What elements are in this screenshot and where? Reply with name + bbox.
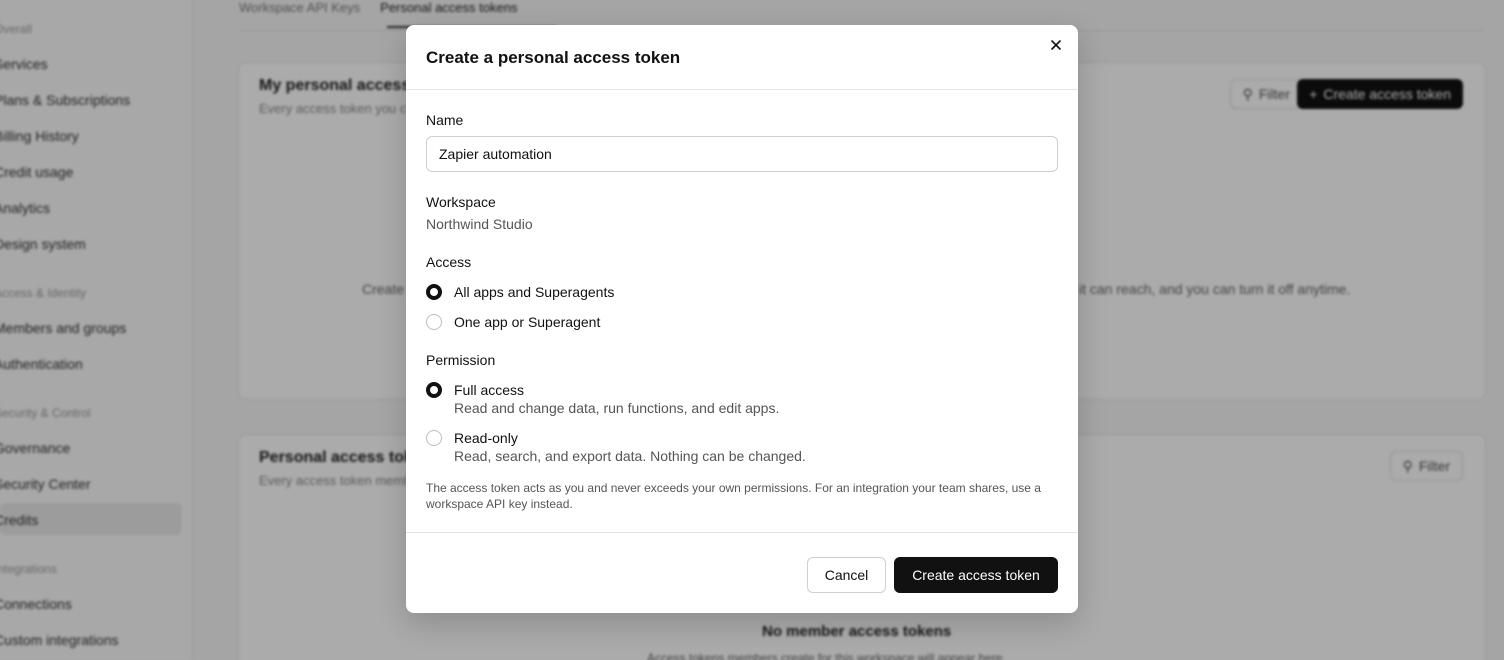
create-access-token-button[interactable]: Create access token bbox=[894, 557, 1058, 593]
radio-checked[interactable] bbox=[426, 284, 442, 300]
radio-label: Full access bbox=[454, 382, 525, 398]
create-token-dialog: Create a personal access token Name Work… bbox=[406, 25, 1078, 613]
radio-label: One app or Superagent bbox=[454, 314, 601, 330]
close-button[interactable] bbox=[1046, 35, 1066, 55]
dialog-header: Create a personal access token bbox=[406, 25, 1078, 90]
radio-description: Read and change data, run functions, and… bbox=[454, 400, 780, 416]
radio-text: Full access Read and change data, run fu… bbox=[454, 381, 779, 417]
cancel-button[interactable]: Cancel bbox=[807, 557, 886, 593]
workspace-value: Northwind Studio bbox=[426, 216, 533, 232]
radio-text: All apps and Superagents bbox=[454, 283, 614, 301]
close-icon bbox=[1051, 40, 1061, 50]
radio-unchecked[interactable] bbox=[426, 430, 442, 446]
radio-label: Read-only bbox=[454, 430, 518, 446]
radio-description: Read, search, and export data. Nothing c… bbox=[454, 448, 806, 464]
permission-option-readonly[interactable]: Read-only Read, search, and export data.… bbox=[426, 429, 806, 465]
radio-text: One app or Superagent bbox=[454, 313, 600, 331]
workspace-label: Workspace bbox=[426, 194, 496, 210]
permission-option-full[interactable]: Full access Read and change data, run fu… bbox=[426, 381, 779, 417]
radio-unchecked[interactable] bbox=[426, 314, 442, 330]
radio-checked[interactable] bbox=[426, 382, 442, 398]
radio-text: Read-only Read, search, and export data.… bbox=[454, 429, 806, 465]
permission-note: The access token acts as you and never e… bbox=[426, 481, 1041, 511]
access-option-all[interactable]: All apps and Superagents bbox=[426, 283, 614, 301]
radio-label: All apps and Superagents bbox=[454, 284, 615, 300]
access-label: Access bbox=[426, 254, 472, 270]
name-input[interactable] bbox=[426, 136, 1058, 172]
dialog-title: Create a personal access token bbox=[426, 48, 681, 67]
dialog-body: Name Workspace Northwind Studio Access A… bbox=[406, 90, 1078, 532]
permission-label: Permission bbox=[426, 352, 496, 368]
name-label: Name bbox=[426, 112, 464, 128]
dialog-footer: Cancel Create access token bbox=[406, 532, 1078, 613]
access-option-one[interactable]: One app or Superagent bbox=[426, 313, 600, 331]
